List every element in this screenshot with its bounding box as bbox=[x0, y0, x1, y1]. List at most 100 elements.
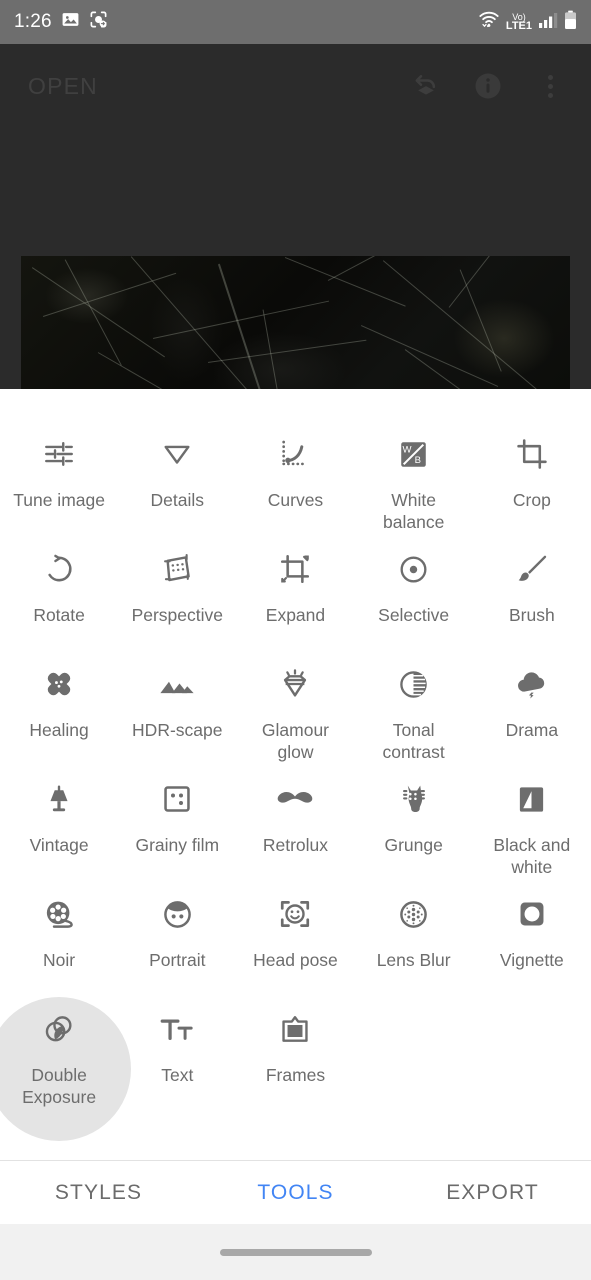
tool-selective[interactable]: Selective bbox=[355, 538, 473, 653]
tool-empty-slot bbox=[473, 998, 591, 1113]
tool-expand[interactable]: Expand bbox=[236, 538, 354, 653]
tool-label: Text bbox=[161, 1065, 194, 1085]
hdr-scape-icon bbox=[154, 661, 200, 707]
tool-brush[interactable]: Brush bbox=[473, 538, 591, 653]
perspective-icon bbox=[154, 546, 200, 592]
white-balance-icon: W B bbox=[391, 431, 437, 477]
open-button[interactable]: OPEN bbox=[28, 73, 98, 100]
tool-label: Brush bbox=[508, 605, 555, 625]
tool-healing[interactable]: Healing bbox=[0, 653, 118, 768]
frames-icon bbox=[272, 1006, 318, 1052]
tool-label: Glamour glow bbox=[261, 720, 330, 762]
tool-label: Head pose bbox=[253, 950, 338, 970]
tool-retrolux[interactable]: Retrolux bbox=[236, 768, 354, 883]
tool-glamour-glow[interactable]: Glamour glow bbox=[236, 653, 354, 768]
tools-row: Rotate Perspective Expand Selective Brus… bbox=[0, 538, 591, 653]
tools-row: Noir Portrait Head pose Lens Blur Vignet… bbox=[0, 883, 591, 998]
tool-label: Grainy film bbox=[135, 835, 220, 855]
undo-stack-icon[interactable] bbox=[409, 69, 443, 103]
status-bar-right: Vo) LTE1 bbox=[478, 10, 577, 35]
tool-tonal-contrast[interactable]: Tonal contrast bbox=[355, 653, 473, 768]
tool-frames[interactable]: Frames bbox=[236, 998, 354, 1113]
tool-details[interactable]: Details bbox=[118, 423, 236, 538]
tool-label: Details bbox=[150, 490, 205, 510]
tool-grainy-film[interactable]: Grainy film bbox=[118, 768, 236, 883]
tools-row: Double Exposure Text Frames bbox=[0, 996, 591, 1141]
tool-label: Selective bbox=[378, 605, 450, 625]
tools-row: Vintage Grainy film Retrolux Grunge Blac… bbox=[0, 768, 591, 883]
rotate-icon bbox=[36, 546, 82, 592]
tool-label: Grunge bbox=[384, 835, 443, 855]
expand-icon bbox=[272, 546, 318, 592]
tool-hdr-scape[interactable]: HDR-scape bbox=[118, 653, 236, 768]
tool-lens-blur[interactable]: Lens Blur bbox=[355, 883, 473, 998]
tool-noir[interactable]: Noir bbox=[0, 883, 118, 998]
portrait-icon bbox=[154, 891, 200, 937]
tune-image-icon bbox=[36, 431, 82, 477]
tools-grid: Tune image Details Curves W B White bala… bbox=[0, 389, 591, 1141]
curves-icon bbox=[272, 431, 318, 477]
tab-tools[interactable]: TOOLS bbox=[197, 1181, 394, 1205]
tool-label: Curves bbox=[267, 490, 324, 510]
tonal-contrast-icon bbox=[391, 661, 437, 707]
info-icon[interactable] bbox=[471, 69, 505, 103]
tool-tune-image[interactable]: Tune image bbox=[0, 423, 118, 538]
tool-black-and-white[interactable]: Black and white bbox=[473, 768, 591, 883]
status-bar: 1:26 Vo) LTE1 bbox=[0, 0, 591, 44]
crop-icon bbox=[509, 431, 555, 477]
tool-label: HDR-scape bbox=[132, 720, 223, 740]
vintage-icon bbox=[36, 776, 82, 822]
tab-export[interactable]: EXPORT bbox=[394, 1181, 591, 1205]
tool-label: Tune image bbox=[13, 490, 105, 510]
tool-rotate[interactable]: Rotate bbox=[0, 538, 118, 653]
tools-row: Tune image Details Curves W B White bala… bbox=[0, 423, 591, 538]
tool-drama[interactable]: Drama bbox=[473, 653, 591, 768]
tool-text[interactable]: Text bbox=[118, 998, 236, 1113]
selective-icon bbox=[391, 546, 437, 592]
tool-double-exposure[interactable]: Double Exposure bbox=[0, 996, 132, 1141]
brush-icon bbox=[509, 546, 555, 592]
head-pose-icon bbox=[272, 891, 318, 937]
text-icon bbox=[154, 1006, 200, 1052]
tool-perspective[interactable]: Perspective bbox=[118, 538, 236, 653]
tool-grunge[interactable]: Grunge bbox=[355, 768, 473, 883]
tools-row: Healing HDR-scape Glamour glow Tonal con… bbox=[0, 653, 591, 768]
editor-backdrop: OPEN bbox=[0, 44, 591, 389]
tool-label: Double Exposure bbox=[22, 1065, 97, 1107]
double-exposure-icon bbox=[36, 1006, 82, 1052]
noir-icon bbox=[36, 891, 82, 937]
tool-label: Perspective bbox=[131, 605, 223, 625]
tool-label: Frames bbox=[265, 1065, 326, 1085]
tool-label: White balance bbox=[383, 490, 445, 532]
tool-label: Drama bbox=[505, 720, 559, 740]
retrolux-icon bbox=[272, 776, 318, 822]
overflow-menu-icon[interactable] bbox=[533, 69, 567, 103]
tool-label: Portrait bbox=[149, 950, 206, 970]
tool-label: Tonal contrast bbox=[382, 720, 445, 762]
details-icon bbox=[154, 431, 200, 477]
tab-styles[interactable]: STYLES bbox=[0, 1181, 197, 1205]
tool-vintage[interactable]: Vintage bbox=[0, 768, 118, 883]
bottom-tab-bar: STYLES TOOLS EXPORT bbox=[0, 1160, 591, 1224]
tool-label: Lens Blur bbox=[376, 950, 451, 970]
tool-curves[interactable]: Curves bbox=[236, 423, 354, 538]
tool-portrait[interactable]: Portrait bbox=[118, 883, 236, 998]
tool-head-pose[interactable]: Head pose bbox=[236, 883, 354, 998]
network-type-label: LTE1 bbox=[505, 20, 532, 32]
screenshot-capture-icon bbox=[89, 10, 108, 34]
tool-vignette[interactable]: Vignette bbox=[473, 883, 591, 998]
tool-label: Retrolux bbox=[262, 835, 329, 855]
grunge-icon bbox=[391, 776, 437, 822]
photo-preview[interactable] bbox=[21, 256, 570, 389]
editor-actions bbox=[409, 69, 573, 103]
home-gesture-pill[interactable] bbox=[219, 1248, 372, 1256]
tool-label: Rotate bbox=[33, 605, 85, 625]
tool-crop[interactable]: Crop bbox=[473, 423, 591, 538]
tool-label: Crop bbox=[512, 490, 551, 510]
drama-icon bbox=[509, 661, 555, 707]
tools-sheet: Tune image Details Curves W B White bala… bbox=[0, 389, 591, 1200]
photo-image bbox=[21, 256, 570, 389]
tool-white-balance[interactable]: W B White balance bbox=[355, 423, 473, 538]
status-bar-clock: 1:26 bbox=[14, 11, 52, 32]
signal-icon bbox=[538, 11, 558, 34]
